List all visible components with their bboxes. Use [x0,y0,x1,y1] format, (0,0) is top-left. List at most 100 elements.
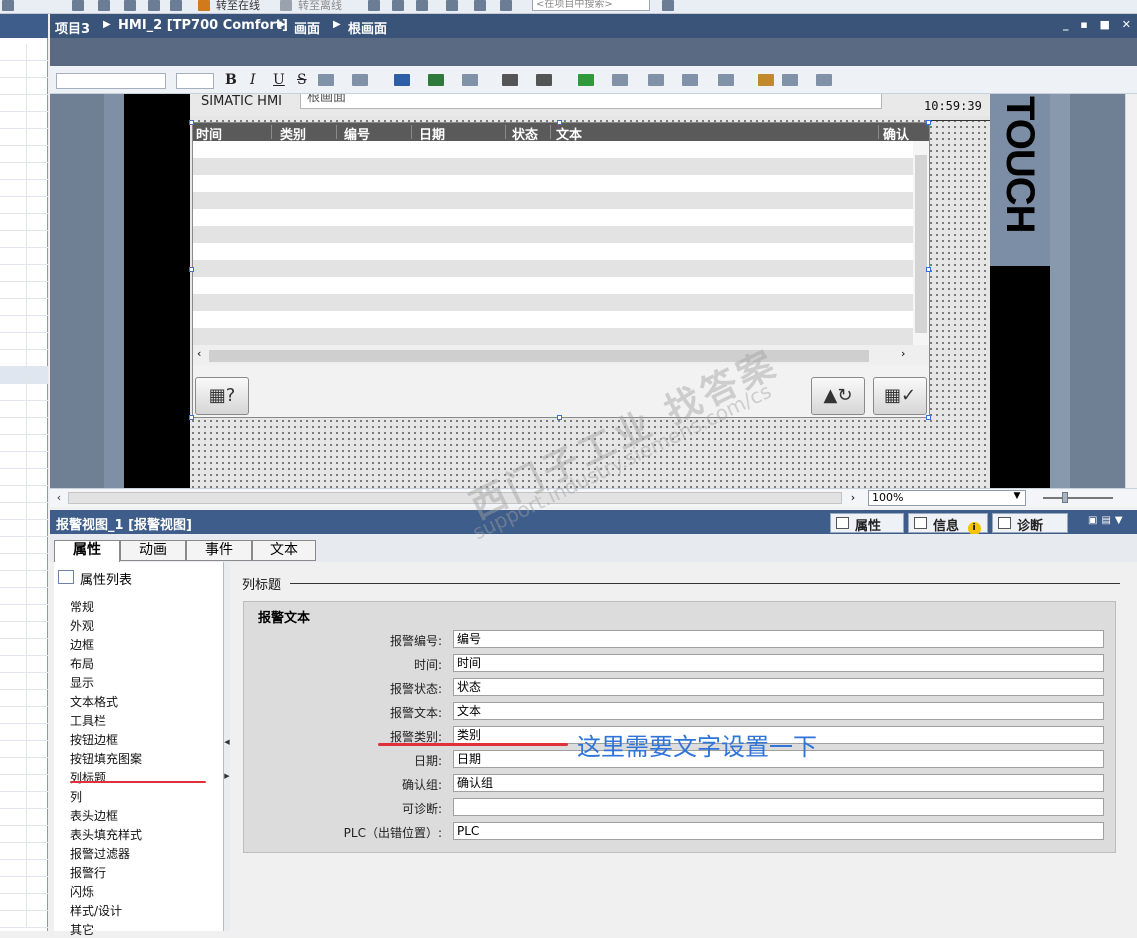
split-horizontal-icon[interactable] [474,0,486,11]
underline-button[interactable]: U [273,72,285,88]
alarm-row[interactable] [193,328,913,345]
project-tree-row[interactable] [0,537,48,554]
panel-controls-icon[interactable]: ▣▤▼ [1088,515,1127,526]
alarm-view-horizontal-scrollbar[interactable]: ‹ › [193,345,929,365]
project-tree-row[interactable] [0,486,48,503]
project-tree-row[interactable] [0,911,48,928]
zoom-slider-knob[interactable] [1062,492,1068,503]
tab-properties[interactable]: 属性 [54,540,120,562]
window-controls[interactable]: _ ▪ ■ ✕ [1063,18,1135,31]
project-tree-row[interactable] [0,350,48,367]
breadcrumb-project[interactable]: 项目3 [55,18,90,37]
project-tree-row[interactable] [0,588,48,605]
screen-editor-canvas[interactable]: SIMATIC HMI 根画面 10:59:39 TOUCH 时间 类别 编号 … [50,94,1125,488]
font-color-icon[interactable] [394,74,410,86]
field-input[interactable]: 确认组 [453,774,1104,792]
screen-title-field[interactable]: 根画面 [300,94,882,109]
project-tree-row[interactable] [0,656,48,673]
project-tree-row[interactable] [0,707,48,724]
breadcrumb-device[interactable]: HMI_2 [TP700 Comfort] [118,18,288,33]
download-icon[interactable] [98,0,110,11]
project-tree-row[interactable] [0,622,48,639]
canvas-horizontal-scrollbar[interactable] [68,492,842,504]
alarm-row[interactable] [193,243,913,260]
go-online-icon[interactable] [198,0,210,11]
breadcrumb-root-screen[interactable]: 根画面 [348,18,387,37]
alarm-row[interactable] [193,294,913,311]
project-tree-row[interactable] [0,554,48,571]
italic-button[interactable]: I [250,72,256,88]
project-tree-row[interactable] [0,775,48,792]
search-go-icon[interactable] [662,0,674,11]
line-color-icon[interactable] [462,74,478,86]
selection-handle[interactable] [189,120,194,125]
project-tree-row[interactable] [0,299,48,316]
alarm-row[interactable] [193,192,913,209]
project-tree-row[interactable] [0,384,48,401]
alarm-row[interactable] [193,260,913,277]
project-tree-row[interactable] [0,520,48,537]
project-tree-row[interactable] [0,809,48,826]
same-size-icon[interactable] [718,74,734,86]
project-tree-row[interactable] [0,435,48,452]
zoom-dropdown-icon[interactable]: ▼ [1010,491,1024,505]
nav-item[interactable]: 表头边框 [70,807,118,824]
project-tree-row[interactable] [0,180,48,197]
project-tree-row[interactable] [0,843,48,860]
upload-icon[interactable] [124,0,136,11]
stop-cpu-icon[interactable] [416,0,428,11]
alarm-row[interactable] [193,175,913,192]
project-tree-row[interactable] [0,418,48,435]
field-input[interactable]: 文本 [453,702,1104,720]
cross-reference-icon[interactable] [446,0,458,11]
nav-item[interactable]: 表头填充样式 [70,826,142,843]
field-input[interactable]: 状态 [453,678,1104,696]
project-tree-row[interactable] [0,673,48,690]
split-vertical-icon[interactable] [500,0,512,11]
selection-handle[interactable] [557,120,562,125]
project-tree-row[interactable] [0,792,48,809]
project-tree-row[interactable] [0,248,48,265]
project-tree-row[interactable] [0,758,48,775]
line-style-icon[interactable] [502,74,518,86]
field-input[interactable] [453,798,1104,816]
selection-handle[interactable] [926,415,931,420]
project-tree-row[interactable] [0,129,48,146]
breadcrumb-screens[interactable]: 画面 [294,18,320,37]
project-tree-row[interactable] [0,469,48,486]
nav-item[interactable]: 样式/设计 [70,902,122,919]
alarm-view-vertical-scrollbar[interactable] [913,141,929,345]
go-offline-button[interactable]: 转至离线 [298,0,342,13]
scroll-right-icon[interactable]: › [901,347,905,360]
nav-item[interactable]: 布局 [70,655,94,672]
project-tree-row[interactable] [0,639,48,656]
tab-animations[interactable]: 动画 [120,540,186,561]
project-tree-row[interactable] [0,214,48,231]
tab-events[interactable]: 事件 [186,540,252,561]
font-size-up-icon[interactable] [318,74,334,86]
project-tree-row[interactable] [0,316,48,333]
project-tree-row[interactable] [0,724,48,741]
project-tree-row[interactable] [0,146,48,163]
fill-color-icon[interactable] [428,74,444,86]
field-input[interactable]: PLC [453,822,1104,840]
project-tree-row[interactable] [0,571,48,588]
text-align-icon[interactable] [352,74,368,86]
nav-item[interactable]: 报警行 [70,864,106,881]
monitor-icon[interactable] [170,0,182,11]
project-tree-row[interactable] [0,367,48,384]
layer-icon[interactable] [782,74,798,86]
zoom-select[interactable]: 100% [868,490,1026,506]
project-tree-row[interactable] [0,44,48,61]
project-tree-row[interactable] [0,401,48,418]
font-size-select[interactable] [176,73,214,89]
project-tree-row[interactable] [0,282,48,299]
alarm-row[interactable] [193,226,913,243]
selection-handle[interactable] [189,415,194,420]
compile-icon[interactable] [72,0,84,11]
line-width-icon[interactable] [536,74,552,86]
bold-button[interactable]: B [225,72,237,88]
tab-texts[interactable]: 文本 [252,540,316,561]
nav-item[interactable]: 常规 [70,598,94,615]
alarm-row[interactable] [193,209,913,226]
